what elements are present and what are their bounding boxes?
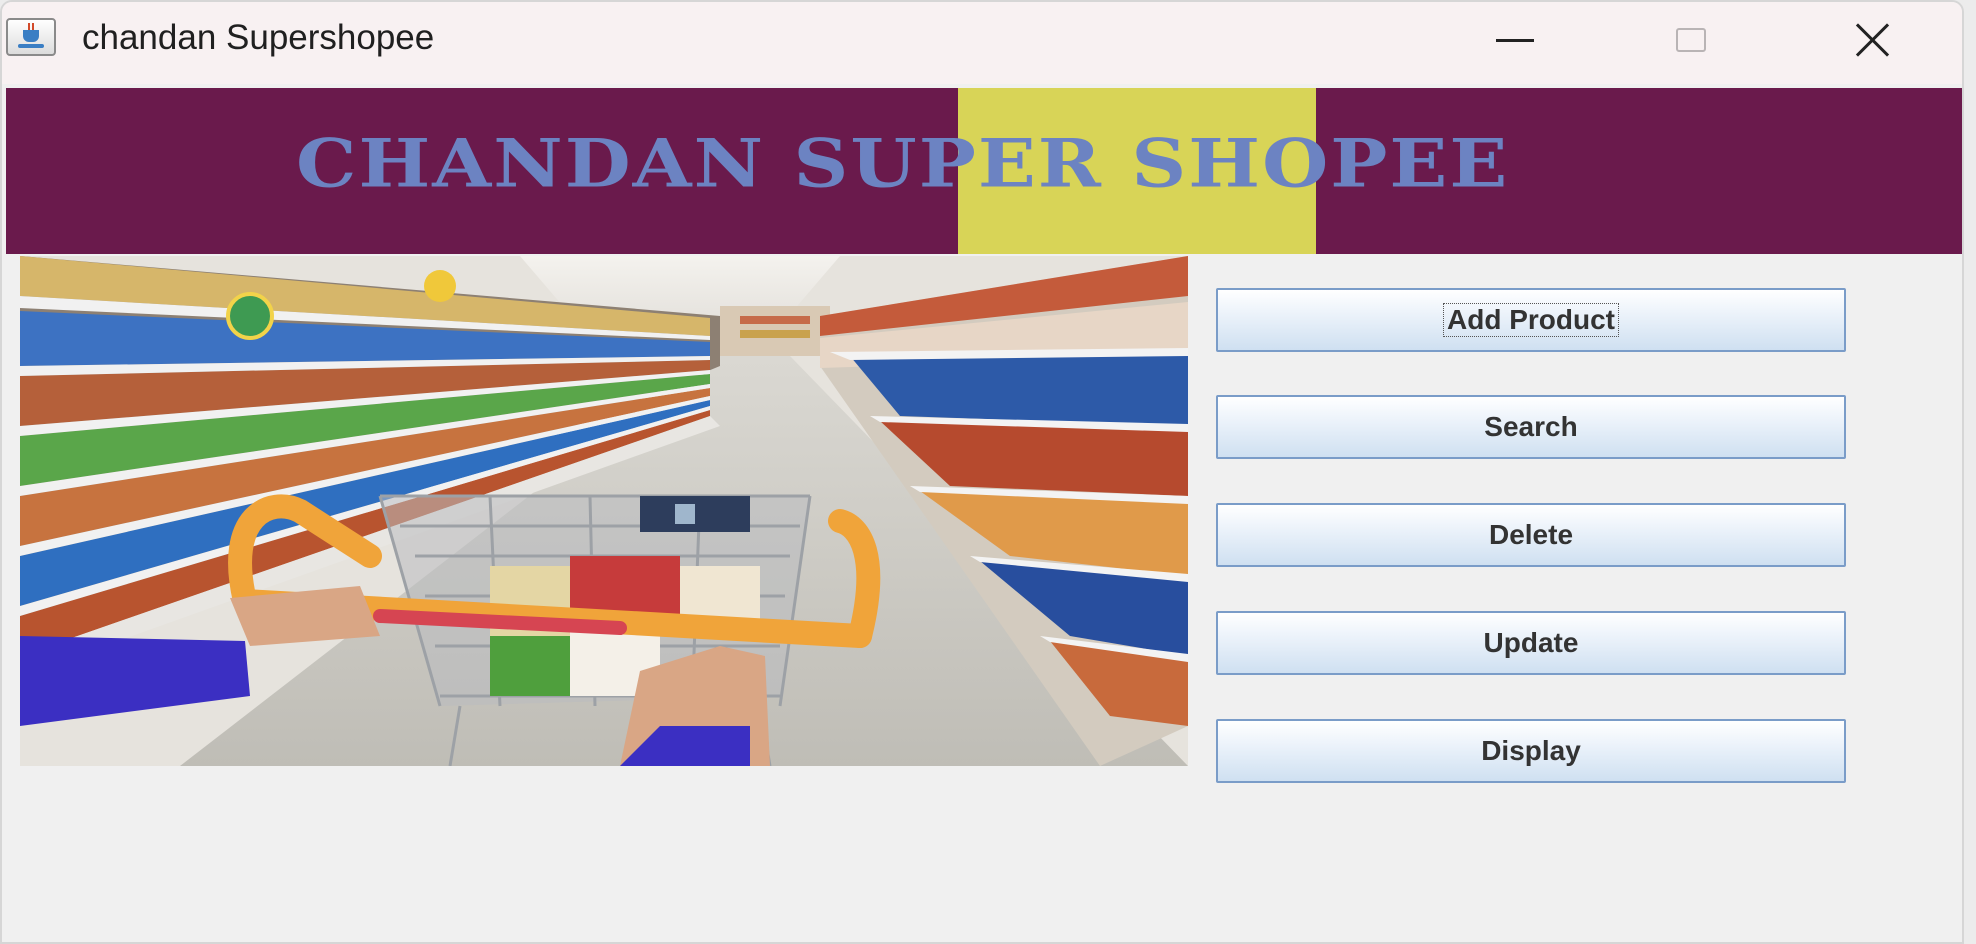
maximize-icon: [1676, 28, 1706, 52]
delete-label: Delete: [1488, 519, 1574, 550]
update-label: Update: [1483, 627, 1579, 658]
java-cup-icon[interactable]: [6, 18, 56, 56]
title-bar[interactable]: chandan Supershopee: [2, 2, 1962, 84]
minimize-icon: [1496, 38, 1534, 42]
close-icon: [1853, 20, 1893, 60]
search-label: Search: [1484, 411, 1578, 442]
header-banner: CHANDAN SUPER SHOPEE: [6, 88, 1962, 254]
display-button[interactable]: Display: [1216, 719, 1846, 783]
delete-button[interactable]: Delete: [1216, 503, 1846, 567]
display-label: Display: [1481, 735, 1581, 766]
update-button[interactable]: Update: [1216, 611, 1846, 675]
search-button[interactable]: Search: [1216, 395, 1846, 459]
add-product-button[interactable]: Add Product: [1216, 288, 1846, 352]
window-edge: [1962, 88, 1964, 944]
add-product-label: Add Product: [1443, 303, 1619, 337]
maximize-button[interactable]: [1646, 12, 1736, 68]
close-button[interactable]: [1828, 12, 1918, 68]
minimize-button[interactable]: [1470, 12, 1560, 68]
window-title: chandan Supershopee: [82, 18, 435, 57]
banner-title: CHANDAN SUPER SHOPEE: [296, 124, 1510, 203]
supermarket-photo: [20, 256, 1188, 766]
app-window: chandan Supershopee CHANDAN SUPER SHOPEE: [0, 0, 1964, 944]
